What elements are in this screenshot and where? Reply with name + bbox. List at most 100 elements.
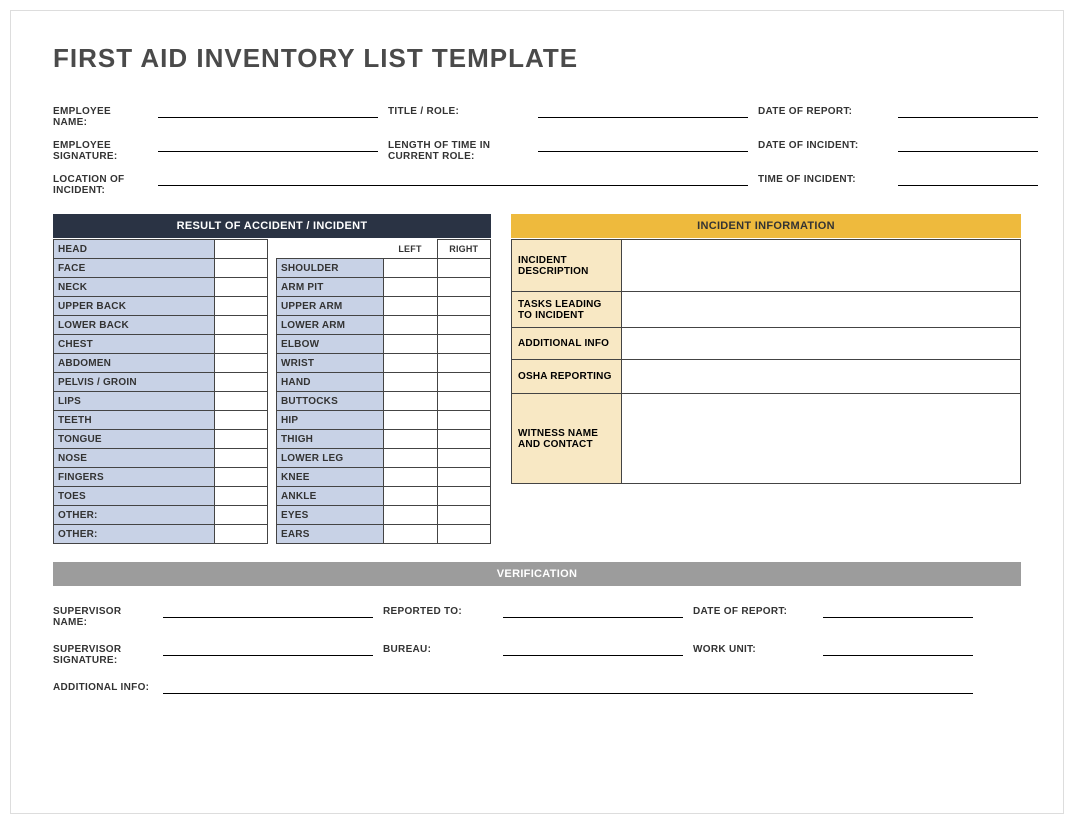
table-row: WRIST (277, 354, 491, 373)
body-part-left-check[interactable] (384, 335, 438, 354)
table-row: BUTTOCKS (277, 392, 491, 411)
body-part-right-check[interactable] (437, 354, 491, 373)
employee-sig-field[interactable] (158, 132, 378, 152)
body-part-label: SHOULDER (277, 259, 384, 278)
work-unit-field[interactable] (823, 638, 973, 656)
body-part-right-check[interactable] (437, 316, 491, 335)
body-part-left-check[interactable] (384, 354, 438, 373)
bureau-field[interactable] (503, 638, 683, 656)
table-row: LIPS (54, 392, 268, 411)
body-part-check[interactable] (214, 411, 268, 430)
date-report-field[interactable] (898, 98, 1038, 118)
table-row: THIGH (277, 430, 491, 449)
body-part-label: FACE (54, 259, 215, 278)
body-part-left-check[interactable] (384, 506, 438, 525)
body-part-label: KNEE (277, 468, 384, 487)
body-part-right-check[interactable] (437, 487, 491, 506)
incident-row-field[interactable] (622, 240, 1021, 292)
body-part-left-check[interactable] (384, 468, 438, 487)
body-part-check[interactable] (214, 468, 268, 487)
body-part-check[interactable] (214, 259, 268, 278)
body-part-label: ELBOW (277, 335, 384, 354)
incident-row-field[interactable] (622, 292, 1021, 328)
result-header: RESULT OF ACCIDENT / INCIDENT (53, 214, 491, 238)
body-part-right-check[interactable] (437, 525, 491, 544)
supervisor-name-field[interactable] (163, 600, 373, 618)
body-part-label: NECK (54, 278, 215, 297)
body-part-right-check[interactable] (437, 430, 491, 449)
title-role-field[interactable] (538, 98, 748, 118)
body-part-label: ABDOMEN (54, 354, 215, 373)
body-part-left-check[interactable] (384, 278, 438, 297)
body-part-right-check[interactable] (437, 506, 491, 525)
body-part-right-check[interactable] (437, 373, 491, 392)
time-incident-field[interactable] (898, 166, 1038, 186)
body-part-left-check[interactable] (384, 411, 438, 430)
body-part-check[interactable] (214, 240, 268, 259)
body-part-right-check[interactable] (437, 449, 491, 468)
title-role-label: TITLE / ROLE: (388, 98, 528, 128)
body-part-check[interactable] (214, 392, 268, 411)
body-part-check[interactable] (214, 487, 268, 506)
body-part-check[interactable] (214, 525, 268, 544)
table-row: UPPER ARM (277, 297, 491, 316)
table-row: HIP (277, 411, 491, 430)
body-part-right-check[interactable] (437, 392, 491, 411)
incident-row-field[interactable] (622, 360, 1021, 394)
body-part-right-check[interactable] (437, 297, 491, 316)
body-part-check[interactable] (214, 335, 268, 354)
incident-row-field[interactable] (622, 328, 1021, 360)
body-part-check[interactable] (214, 430, 268, 449)
body-part-check[interactable] (214, 297, 268, 316)
body-part-check[interactable] (214, 354, 268, 373)
body-part-label: LOWER ARM (277, 316, 384, 335)
employee-meta: EMPLOYEE NAME: TITLE / ROLE: DATE OF REP… (53, 98, 1021, 196)
body-part-left-check[interactable] (384, 297, 438, 316)
additional-info-label: ADDITIONAL INFO: (53, 676, 153, 694)
body-part-check[interactable] (214, 449, 268, 468)
table-row: PELVIS / GROIN (54, 373, 268, 392)
body-part-left-check[interactable] (384, 430, 438, 449)
location-incident-field[interactable] (158, 166, 748, 186)
body-part-left-check[interactable] (384, 487, 438, 506)
body-part-right-check[interactable] (437, 335, 491, 354)
table-row: HEAD (54, 240, 268, 259)
incident-row-field[interactable] (622, 394, 1021, 484)
body-part-left-check[interactable] (384, 392, 438, 411)
body-part-check[interactable] (214, 316, 268, 335)
table-row: FACE (54, 259, 268, 278)
verification-header: VERIFICATION (53, 562, 1021, 586)
table-row: HAND (277, 373, 491, 392)
body-part-check[interactable] (214, 278, 268, 297)
table-row: OTHER: (54, 506, 268, 525)
body-part-right-check[interactable] (437, 468, 491, 487)
body-part-label: WRIST (277, 354, 384, 373)
body-part-left-check[interactable] (384, 525, 438, 544)
body-part-left-check[interactable] (384, 373, 438, 392)
date-incident-field[interactable] (898, 132, 1038, 152)
table-row: TEETH (54, 411, 268, 430)
table-row: INCIDENT DESCRIPTION (512, 240, 1021, 292)
body-part-left-check[interactable] (384, 449, 438, 468)
table-row: ELBOW (277, 335, 491, 354)
body-part-check[interactable] (214, 506, 268, 525)
length-role-field[interactable] (538, 132, 748, 152)
table-row: NECK (54, 278, 268, 297)
body-part-left-check[interactable] (384, 259, 438, 278)
body-part-label: PELVIS / GROIN (54, 373, 215, 392)
body-part-label: EARS (277, 525, 384, 544)
additional-info-field[interactable] (163, 676, 973, 694)
body-part-left-check[interactable] (384, 316, 438, 335)
reported-to-field[interactable] (503, 600, 683, 618)
result-section: RESULT OF ACCIDENT / INCIDENT HEADFACENE… (53, 214, 491, 544)
ver-date-report-field[interactable] (823, 600, 973, 618)
supervisor-sig-field[interactable] (163, 638, 373, 656)
employee-name-field[interactable] (158, 98, 378, 118)
body-part-right-check[interactable] (437, 259, 491, 278)
body-part-right-check[interactable] (437, 411, 491, 430)
page-title: FIRST AID INVENTORY LIST TEMPLATE (53, 43, 1021, 74)
table-row: OSHA REPORTING (512, 360, 1021, 394)
body-part-check[interactable] (214, 373, 268, 392)
body-part-right-check[interactable] (437, 278, 491, 297)
incident-row-label: ADDITIONAL INFO (512, 328, 622, 360)
